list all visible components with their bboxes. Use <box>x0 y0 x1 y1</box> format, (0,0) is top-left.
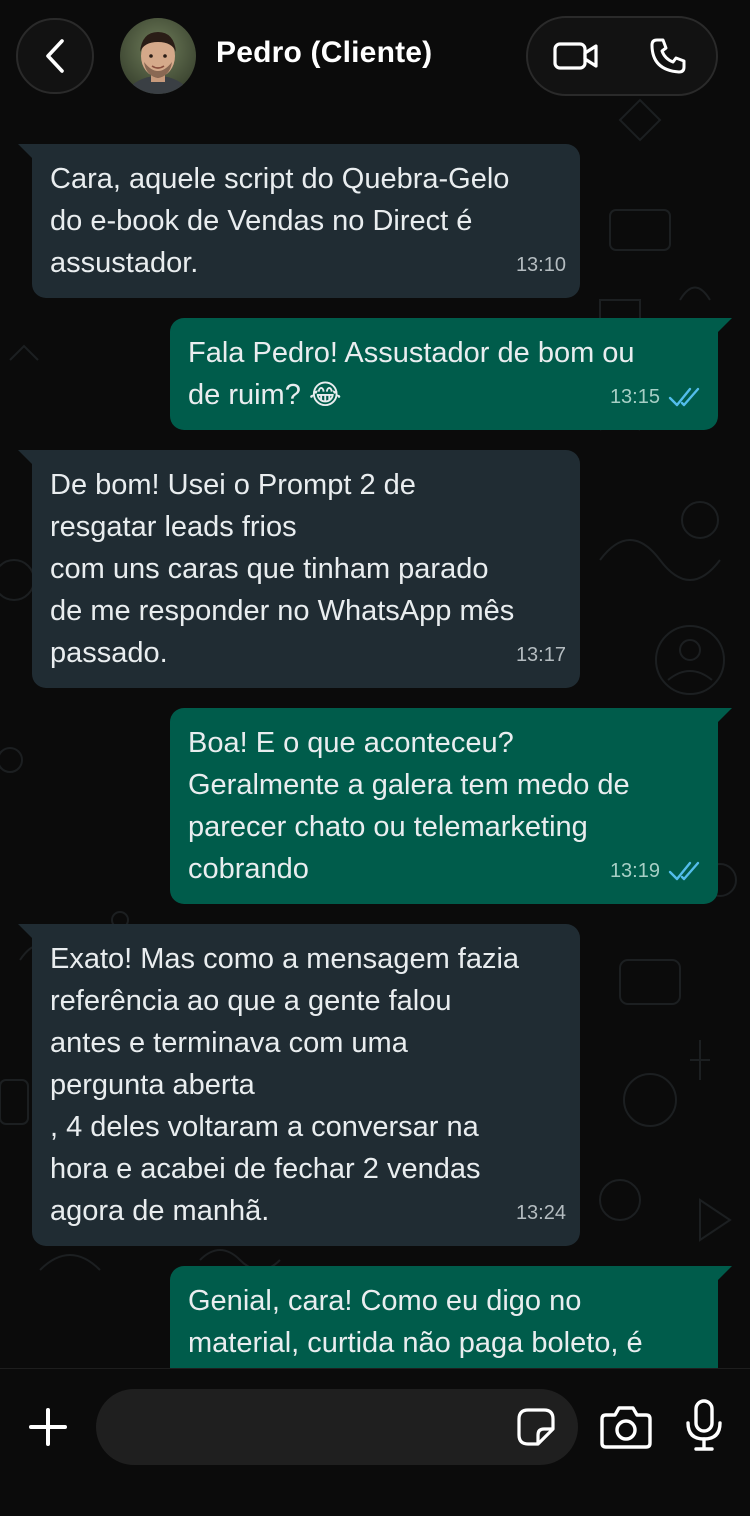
message-meta: 13:24 <box>516 1192 566 1234</box>
message-meta: 13:15 <box>610 376 702 418</box>
camera-button[interactable] <box>600 1405 652 1449</box>
phone-icon <box>650 38 686 74</box>
message-time: 13:19 <box>609 860 660 882</box>
back-button[interactable] <box>16 18 94 94</box>
message-bubble-incoming[interactable]: De bom! Usei o Prompt 2 de resgatar lead… <box>18 450 580 688</box>
call-actions <box>526 16 718 96</box>
message-meta: 13:17 <box>516 634 566 676</box>
emoji-tears-of-joy: 😂 <box>308 379 342 410</box>
message-meta: 13:10 <box>516 244 566 286</box>
sticker-button[interactable] <box>516 1407 556 1447</box>
camera-icon <box>600 1406 652 1449</box>
message-bubble-outgoing[interactable]: Genial, cara! Como eu digo no material, … <box>170 1266 732 1368</box>
chat-header: Pedro (Cliente) <box>0 0 750 112</box>
double-check-read-icon <box>668 387 700 407</box>
video-call-button[interactable] <box>528 18 624 94</box>
message-time: 13:15 <box>609 386 660 408</box>
message-text: Cara, aquele script do Quebra-Gelo do e-… <box>50 163 510 279</box>
contact-avatar[interactable] <box>120 18 196 94</box>
message-input[interactable] <box>124 1389 508 1467</box>
attach-button[interactable] <box>24 1403 72 1451</box>
chevron-left-icon <box>46 39 64 73</box>
message-bubble-outgoing[interactable]: Fala Pedro! Assustador de bom ou de ruim… <box>170 318 732 430</box>
contact-photo <box>120 18 196 94</box>
message-time: 13:10 <box>515 254 566 276</box>
message-input-container <box>96 1389 578 1467</box>
message-bubble-incoming[interactable]: Exato! Mas como a mensagem fazia referên… <box>18 924 580 1246</box>
message-bubble-incoming[interactable]: Cara, aquele script do Quebra-Gelo do e-… <box>18 144 580 298</box>
composer-bar <box>0 1368 750 1516</box>
sticker-icon <box>517 1408 555 1446</box>
message-text: Exato! Mas como a mensagem fazia referên… <box>50 943 520 1227</box>
double-check-read-icon <box>668 861 700 881</box>
plus-icon <box>29 1408 67 1446</box>
message-time: 13:17 <box>515 644 566 666</box>
contact-name[interactable]: Pedro (Cliente) <box>216 36 432 70</box>
message-text-content: Fala Pedro! Assustador de bom ou de ruim… <box>188 337 635 411</box>
chat-area[interactable]: Cara, aquele script do Quebra-Gelo do e-… <box>0 0 750 1368</box>
message-meta: 13:19 <box>610 850 702 892</box>
voice-message-button[interactable] <box>684 1399 724 1453</box>
message-time: 13:24 <box>515 1202 566 1224</box>
message-text: De bom! Usei o Prompt 2 de resgatar lead… <box>50 469 515 669</box>
microphone-icon <box>686 1399 722 1451</box>
message-bubble-outgoing[interactable]: Boa! E o que aconteceu? Geralmente a gal… <box>170 708 732 904</box>
voice-call-button[interactable] <box>620 18 716 94</box>
message-text: Genial, cara! Como eu digo no material, … <box>188 1285 643 1359</box>
video-camera-icon <box>553 42 598 70</box>
